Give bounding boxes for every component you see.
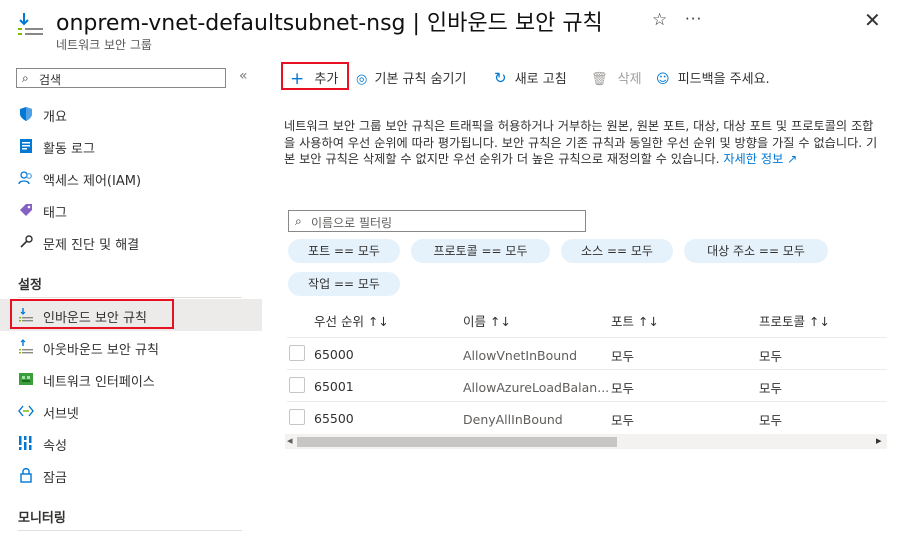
scrollbar-thumb[interactable] xyxy=(297,437,617,447)
subnet-icon xyxy=(18,403,34,419)
properties-icon xyxy=(18,435,34,451)
sidebar-item-activity-log[interactable]: 활동 로그 xyxy=(0,130,262,162)
table-cell-protocol: 모두 xyxy=(759,349,783,364)
divider xyxy=(18,297,242,298)
trash-icon: 🗑 xyxy=(591,72,608,87)
shield-icon xyxy=(18,106,34,122)
hide-default-rules-button[interactable]: ◎ 기본 규칙 숨기기 xyxy=(356,68,466,87)
divider xyxy=(287,369,887,370)
filter-pill-source[interactable]: 소스 == 모두 xyxy=(561,239,673,263)
wrench-icon xyxy=(18,234,34,250)
more-options-icon[interactable]: ··· xyxy=(685,10,702,28)
nic-icon xyxy=(18,371,34,387)
table-cell-port: 모두 xyxy=(611,381,635,396)
sidebar-item-network-interfaces[interactable]: 네트워크 인터페이스 xyxy=(0,363,262,395)
column-header-port[interactable]: 포트 ↑↓ xyxy=(611,311,659,330)
lock-icon xyxy=(18,467,34,483)
scroll-left-icon[interactable]: ◂ xyxy=(287,434,293,447)
learn-more-link[interactable]: 자세한 정보 ↗ xyxy=(723,152,797,166)
eye-hide-icon: ◎ xyxy=(356,72,368,87)
section-settings: 설정 xyxy=(18,278,42,293)
people-icon xyxy=(18,170,34,186)
search-icon: ⌕ xyxy=(295,214,302,228)
page-subtitle: 네트워크 보안 그룹 xyxy=(56,38,152,52)
divider xyxy=(287,401,887,402)
table-cell-protocol: 모두 xyxy=(759,413,783,428)
delete-button[interactable]: 🗑 삭제 xyxy=(591,68,642,87)
page-title: onprem-vnet-defaultsubnet-nsg | 인바운드 보안 … xyxy=(56,11,603,36)
table-cell-name[interactable]: DenyAllInBound xyxy=(463,412,563,427)
sidebar-search-input[interactable]: ⌕ 검색 xyxy=(16,68,226,88)
table-cell-port: 모두 xyxy=(611,349,635,364)
table-cell-name[interactable]: AllowAzureLoadBalan... xyxy=(463,380,609,395)
feedback-icon: ☺ xyxy=(656,72,670,87)
refresh-button[interactable]: ↻ 새로 고침 xyxy=(494,68,567,87)
sidebar-item-subnets[interactable]: 서브넷 xyxy=(0,395,262,427)
filter-pill-protocol[interactable]: 프로토콜 == 모두 xyxy=(411,239,550,263)
sidebar-item-overview[interactable]: 개요 xyxy=(0,98,262,130)
row-checkbox[interactable] xyxy=(289,345,305,361)
sidebar-item-diagnose[interactable]: 문제 진단 및 해결 xyxy=(0,226,262,258)
inbound-rules-icon xyxy=(16,10,46,40)
sidebar-item-outbound-rules[interactable]: 아웃바운드 보안 규칙 xyxy=(0,331,262,363)
external-link-icon: ↗ xyxy=(787,152,798,166)
table-cell-protocol: 모두 xyxy=(759,381,783,396)
favorite-star-icon[interactable]: ☆ xyxy=(652,10,667,30)
table-cell-priority: 65500 xyxy=(314,411,354,426)
outbound-icon xyxy=(18,339,34,355)
sidebar-item-iam[interactable]: 액세스 제어(IAM) xyxy=(0,162,262,194)
filter-pill-action[interactable]: 작업 == 모두 xyxy=(288,272,400,296)
table-cell-port: 모두 xyxy=(611,413,635,428)
name-filter-input[interactable]: ⌕ 이름으로 필터링 xyxy=(288,210,586,232)
sidebar-item-properties[interactable]: 속성 xyxy=(0,427,262,459)
filter-pill-port[interactable]: 포트 == 모두 xyxy=(288,239,400,263)
table-cell-name[interactable]: AllowVnetInBound xyxy=(463,348,577,363)
refresh-icon: ↻ xyxy=(494,69,507,87)
row-checkbox[interactable] xyxy=(289,409,305,425)
feedback-button[interactable]: ☺ 피드백을 주세요. xyxy=(656,68,770,87)
sidebar-item-locks[interactable]: 잠금 xyxy=(0,459,262,491)
sidebar-item-tags[interactable]: 태그 xyxy=(0,194,262,226)
highlight-box xyxy=(281,62,349,90)
log-icon xyxy=(18,138,34,154)
column-header-protocol[interactable]: 프로토콜 ↑↓ xyxy=(759,311,830,330)
highlight-box xyxy=(10,299,174,329)
row-checkbox[interactable] xyxy=(289,377,305,393)
collapse-sidebar-button[interactable]: « xyxy=(239,68,248,84)
filter-pill-destination[interactable]: 대상 주소 == 모두 xyxy=(684,239,828,263)
section-monitoring: 모니터링 xyxy=(18,511,66,526)
column-header-name[interactable]: 이름 ↑↓ xyxy=(463,311,511,330)
description-text: 네트워크 보안 그룹 보안 규칙은 트래픽을 허용하거나 거부하는 원본, 원본… xyxy=(284,119,878,166)
column-header-priority[interactable]: 우선 순위 ↑↓ xyxy=(314,311,389,330)
close-icon[interactable]: ✕ xyxy=(864,8,881,32)
search-icon: ⌕ xyxy=(22,71,29,85)
tag-icon xyxy=(18,202,34,218)
table-cell-priority: 65001 xyxy=(314,379,354,394)
divider xyxy=(287,337,887,338)
table-cell-priority: 65000 xyxy=(314,347,354,362)
divider xyxy=(18,530,242,531)
scroll-right-icon[interactable]: ▸ xyxy=(876,434,882,447)
